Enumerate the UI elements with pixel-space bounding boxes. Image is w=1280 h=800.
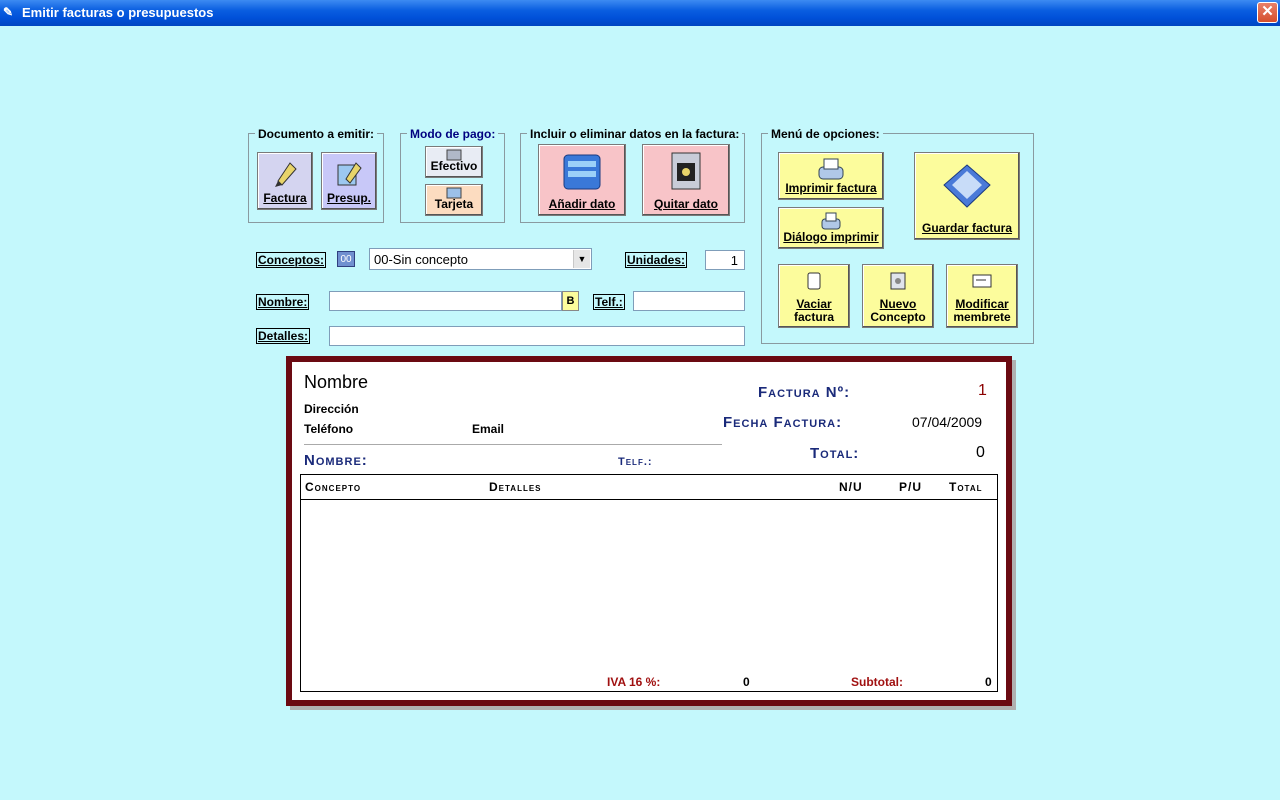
pago-legend: Modo de pago: <box>407 127 499 141</box>
pen-paper-icon <box>337 162 362 186</box>
invoice-table-header: Concepto Detalles N/U P/U Total <box>301 475 997 500</box>
modificar-label-2: membrete <box>953 310 1011 324</box>
trash-icon <box>807 272 821 290</box>
presup-button[interactable]: Presup. <box>321 152 377 210</box>
tarjeta-label: Tarjeta <box>434 197 474 211</box>
factura-button[interactable]: Factura <box>257 152 313 210</box>
documento-legend: Documento a emitir: <box>255 127 378 141</box>
nombre-input[interactable] <box>329 291 562 311</box>
detalles-label: Detalles: <box>256 328 311 344</box>
col-total: Total <box>949 480 983 494</box>
factura-no-value: 1 <box>978 382 987 399</box>
chevron-down-icon[interactable]: ▼ <box>573 250 590 268</box>
guardar-factura-button[interactable]: Guardar factura <box>914 152 1020 240</box>
unidades-label: Unidades: <box>625 252 688 268</box>
header-divider <box>304 444 722 445</box>
unidades-input[interactable]: 1 <box>705 250 745 270</box>
conceptos-code-badge[interactable]: 00 <box>337 251 355 267</box>
anadir-dato-label: Añadir dato <box>548 197 616 211</box>
col-concepto: Concepto <box>305 480 362 494</box>
pago-group: Modo de pago: Efectivo Tarjeta <box>400 127 505 223</box>
printer-icon <box>818 158 844 180</box>
fecha-value: 07/04/2009 <box>912 414 983 430</box>
unidades-value: 1 <box>730 253 738 268</box>
dialogo-imprimir-button[interactable]: Diálogo imprimir <box>778 207 884 249</box>
vaciar-factura-button[interactable]: Vaciar factura <box>778 264 850 328</box>
invoice-nombre: Nombre <box>304 372 369 392</box>
vaciar-label-2: factura <box>793 310 834 324</box>
imprimir-factura-button[interactable]: Imprimir factura <box>778 152 884 200</box>
invoice-table: Concepto Detalles N/U P/U Total IVA 16 %… <box>300 474 998 692</box>
buscar-b-button[interactable]: B <box>562 291 579 311</box>
invoice-telefono: Teléfono <box>304 422 354 436</box>
conceptos-label: Conceptos: <box>256 252 326 268</box>
save-disk-icon <box>943 164 991 208</box>
total-value: 0 <box>976 444 985 461</box>
window-title: Emitir facturas o presupuestos <box>22 5 214 20</box>
edit-header-icon <box>972 274 992 288</box>
col-nu: N/U <box>839 480 863 494</box>
iva-label: IVA 16 %: <box>607 675 661 689</box>
remove-data-icon <box>671 152 701 190</box>
menu-legend: Menú de opciones: <box>768 127 883 141</box>
efectivo-label: Efectivo <box>430 159 478 173</box>
add-data-icon <box>563 154 601 190</box>
subtotal-label: Subtotal: <box>851 675 903 689</box>
printer-dialog-icon <box>821 212 841 230</box>
tarjeta-button[interactable]: Tarjeta <box>425 184 483 216</box>
col-detalles: Detalles <box>489 480 542 494</box>
concepto-selected-value: 00-Sin concepto <box>374 252 468 267</box>
subtotal-value: 0 <box>985 675 992 689</box>
invoice-direccion: Dirección <box>304 402 359 416</box>
factura-no-label: Factura Nº: <box>758 384 851 401</box>
anadir-dato-button[interactable]: Añadir dato <box>538 144 626 216</box>
close-button[interactable]: ✕ <box>1257 2 1278 23</box>
factura-label: Factura <box>263 191 307 205</box>
quitar-dato-label: Quitar dato <box>653 197 718 211</box>
iva-value: 0 <box>743 675 750 689</box>
documento-group: Documento a emitir: Factura Presup. <box>248 127 384 223</box>
new-document-icon <box>890 272 906 290</box>
modificar-membrete-button[interactable]: Modificar membrete <box>946 264 1018 328</box>
title-bar: ✎ Emitir facturas o presupuestos ✕ <box>0 0 1280 26</box>
fecha-label: Fecha Factura: <box>723 414 843 431</box>
presup-label: Presup. <box>326 191 371 205</box>
guardar-factura-label: Guardar factura <box>921 221 1013 235</box>
pen-icon <box>275 162 297 187</box>
telf-label: Telf.: <box>593 294 625 310</box>
nombre-label: Nombre: <box>256 294 310 310</box>
detalles-input[interactable] <box>329 326 745 346</box>
imprimir-factura-label: Imprimir factura <box>785 181 877 195</box>
dialogo-imprimir-label: Diálogo imprimir <box>783 230 879 244</box>
nuevo-concepto-button[interactable]: Nuevo Concepto <box>862 264 934 328</box>
cliente-nombre-label: Nombre: <box>304 452 368 469</box>
app-icon: ✎ <box>3 5 14 19</box>
efectivo-button[interactable]: Efectivo <box>425 146 483 178</box>
invoice-preview: Nombre Dirección Teléfono Email Factura … <box>286 356 1012 706</box>
total-label: Total: <box>810 445 860 462</box>
nuevo-label-2: Concepto <box>870 310 926 324</box>
quitar-dato-button[interactable]: Quitar dato <box>642 144 730 216</box>
menu-group: Menú de opciones: Imprimir factura Diálo… <box>761 127 1034 344</box>
datos-group: Incluir o eliminar datos en la factura: … <box>520 127 745 223</box>
concepto-select[interactable]: 00-Sin concepto ▼ <box>369 248 592 270</box>
telf-input[interactable] <box>633 291 745 311</box>
cliente-telf-label: Telf.: <box>618 456 653 468</box>
datos-legend: Incluir o eliminar datos en la factura: <box>527 127 743 141</box>
invoice-email: Email <box>472 422 505 436</box>
col-pu: P/U <box>899 480 923 494</box>
